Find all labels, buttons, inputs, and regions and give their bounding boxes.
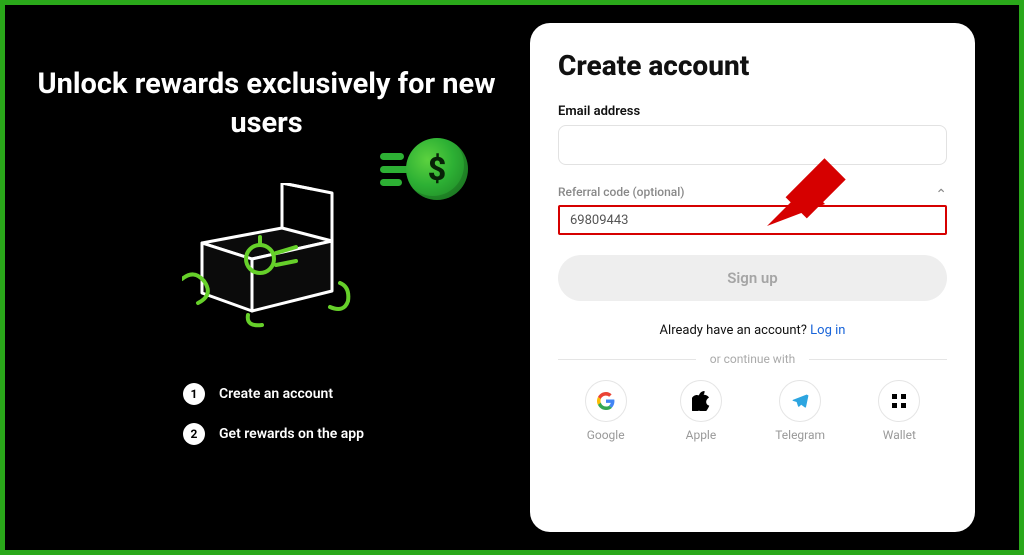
provider-wallet-button[interactable]: Wallet xyxy=(878,380,920,442)
referral-label: Referral code (optional) xyxy=(558,185,685,199)
already-have-account: Already have an account? Log in xyxy=(558,323,947,338)
step-text: Create an account xyxy=(219,386,333,402)
provider-telegram-button[interactable]: Telegram xyxy=(775,380,825,442)
form-title: Create account xyxy=(558,49,947,82)
gift-illustration xyxy=(23,183,510,333)
promo-panel: Unlock rewards exclusively for new users… xyxy=(5,5,528,550)
chevron-up-icon[interactable]: ⌃ xyxy=(935,187,947,203)
signup-button[interactable]: Sign up xyxy=(558,255,947,301)
wallet-icon xyxy=(878,380,920,422)
provider-google-button[interactable]: Google xyxy=(585,380,627,442)
provider-label: Google xyxy=(587,428,625,442)
apple-icon xyxy=(680,380,722,422)
continue-separator: or continue with xyxy=(558,352,947,366)
provider-label: Telegram xyxy=(775,428,825,442)
provider-label: Apple xyxy=(686,428,717,442)
step-text: Get rewards on the app xyxy=(219,426,364,442)
login-link[interactable]: Log in xyxy=(810,323,845,338)
telegram-icon xyxy=(779,380,821,422)
social-providers: Google Apple Telegram Wallet xyxy=(558,380,947,442)
dollar-icon: $ xyxy=(428,150,446,188)
provider-label: Wallet xyxy=(883,428,916,442)
hero-title: Unlock rewards exclusively for new users xyxy=(23,65,510,143)
step-number-badge: 2 xyxy=(183,423,205,445)
referral-field[interactable] xyxy=(558,205,947,235)
email-field[interactable] xyxy=(558,125,947,165)
step-number-badge: 1 xyxy=(183,383,205,405)
steps-list: 1 Create an account 2 Get rewards on the… xyxy=(23,383,510,445)
google-icon xyxy=(585,380,627,422)
app-frame: Unlock rewards exclusively for new users… xyxy=(0,0,1024,555)
coin-icon: $ xyxy=(380,138,468,200)
email-label: Email address xyxy=(558,104,947,119)
step-item: 1 Create an account xyxy=(183,383,333,405)
step-item: 2 Get rewards on the app xyxy=(183,423,364,445)
provider-apple-button[interactable]: Apple xyxy=(680,380,722,442)
signup-card: Create account Email address Referral co… xyxy=(530,23,975,532)
